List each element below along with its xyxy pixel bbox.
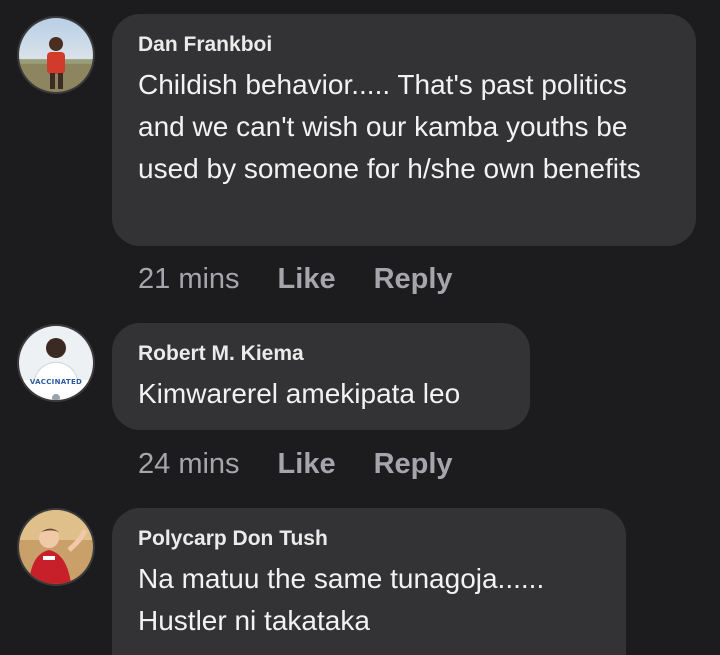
avatar-photo [19,326,93,400]
avatar[interactable] [17,508,95,586]
comment-bubble: Dan Frankboi Childish behavior..... That… [112,14,696,246]
comment-author[interactable]: Dan Frankboi [138,32,670,58]
like-button[interactable]: Like [278,448,336,481]
reply-button[interactable]: Reply [374,448,453,481]
comment-timestamp[interactable]: 21 mins [138,263,240,296]
comment-actions: 21 mins Like Reply [138,259,491,299]
like-button[interactable]: Like [278,263,336,296]
comment-bubble: Polycarp Don Tush Na matuu the same tuna… [112,508,626,655]
comment-timestamp[interactable]: 24 mins [138,448,240,481]
comment-author[interactable]: Robert M. Kiema [138,341,504,367]
comment-text: Kimwarerel amekipata leo [138,378,461,409]
comment-text: Childish behavior..... That's past polit… [138,69,641,184]
vaccinated-badge-label: VACCINATED [29,378,83,386]
avatar[interactable]: VACCINATED [17,324,95,402]
comment-author[interactable]: Polycarp Don Tush [138,526,600,552]
avatar[interactable] [17,16,95,94]
comment-actions: 24 mins Like Reply [138,444,491,484]
comment-text: Na matuu the same tunagoja...... Hustler… [138,563,545,636]
comment-bubble: Robert M. Kiema Kimwarerel amekipata leo [112,323,530,430]
avatar-photo [19,510,93,584]
avatar-photo [19,18,93,92]
reply-button[interactable]: Reply [374,263,453,296]
comment-thread: Dan Frankboi Childish behavior..... That… [0,0,720,655]
